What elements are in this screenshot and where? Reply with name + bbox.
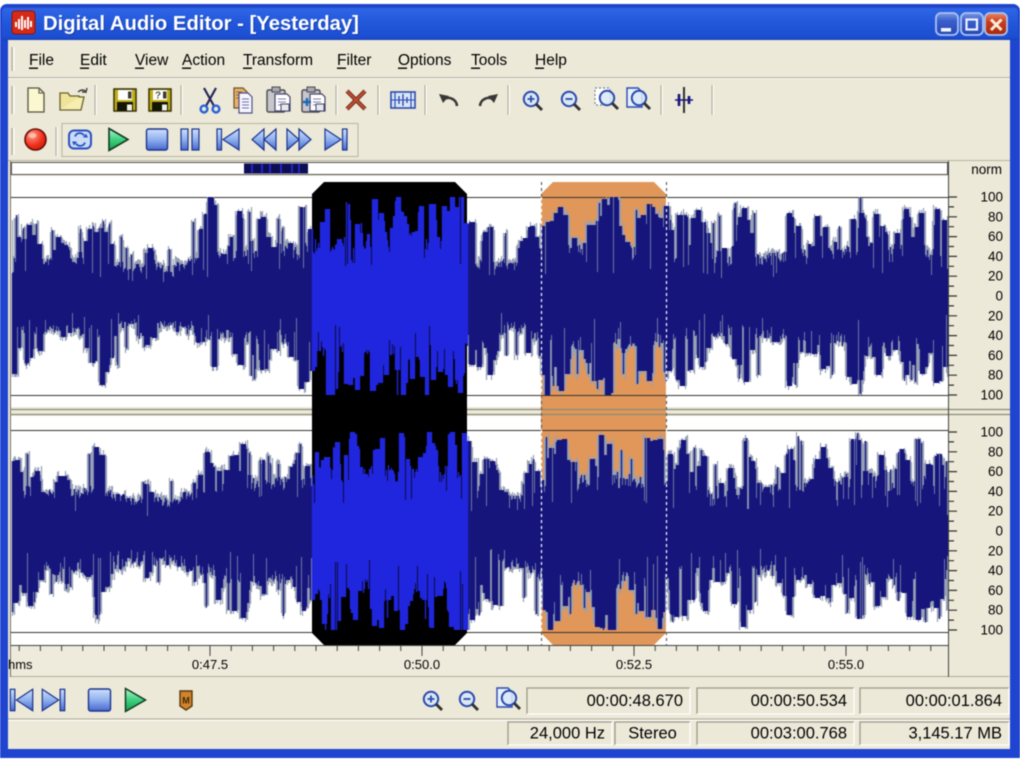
svg-text:100: 100 xyxy=(980,623,1003,638)
svg-text:40: 40 xyxy=(988,484,1003,499)
svg-text:?: ? xyxy=(155,91,161,102)
svg-text:Transform: Transform xyxy=(243,52,313,69)
svg-text:Stereo: Stereo xyxy=(628,725,677,743)
svg-text:3,145.17 MB: 3,145.17 MB xyxy=(908,725,1002,743)
svg-text:80: 80 xyxy=(988,368,1003,383)
svg-text:60: 60 xyxy=(988,464,1003,479)
svg-text:20: 20 xyxy=(988,543,1003,558)
svg-text:80: 80 xyxy=(988,209,1003,224)
svg-text:60: 60 xyxy=(988,583,1003,598)
svg-text:20: 20 xyxy=(988,308,1003,323)
svg-text:80: 80 xyxy=(988,603,1003,618)
svg-text:20: 20 xyxy=(988,504,1003,519)
svg-text:100: 100 xyxy=(980,190,1003,205)
svg-text:00:03:00.768: 00:03:00.768 xyxy=(751,725,847,743)
svg-text:00:00:48.670: 00:00:48.670 xyxy=(587,692,683,710)
svg-text:View: View xyxy=(135,52,169,69)
svg-text:24,000 Hz: 24,000 Hz xyxy=(530,725,605,743)
svg-text:Edit: Edit xyxy=(80,52,107,69)
svg-text:0: 0 xyxy=(995,289,1003,304)
svg-text:Help: Help xyxy=(535,52,567,69)
svg-text:0:50.0: 0:50.0 xyxy=(404,657,440,672)
svg-text:norm: norm xyxy=(971,162,1002,177)
svg-text:00:00:50.534: 00:00:50.534 xyxy=(751,692,847,710)
svg-text:60: 60 xyxy=(988,229,1003,244)
svg-text:M: M xyxy=(182,696,190,706)
svg-text:20: 20 xyxy=(988,269,1003,284)
svg-text:40: 40 xyxy=(988,563,1003,578)
svg-text:40: 40 xyxy=(988,249,1003,264)
svg-text:Filter: Filter xyxy=(337,52,371,69)
svg-text:100: 100 xyxy=(980,388,1003,403)
svg-text:0:55.0: 0:55.0 xyxy=(828,657,864,672)
svg-text:0:47.5: 0:47.5 xyxy=(192,657,228,672)
svg-text:0: 0 xyxy=(995,524,1003,539)
svg-text:Digital Audio Editor - [Yester: Digital Audio Editor - [Yesterday] xyxy=(43,13,359,35)
svg-text:60: 60 xyxy=(988,348,1003,363)
svg-text:Action: Action xyxy=(182,52,225,69)
svg-text:80: 80 xyxy=(988,444,1003,459)
svg-text:0:52.5: 0:52.5 xyxy=(616,657,652,672)
svg-text:100: 100 xyxy=(980,425,1003,440)
svg-text:hms: hms xyxy=(8,657,33,672)
svg-text:File: File xyxy=(29,52,54,69)
svg-text:40: 40 xyxy=(988,328,1003,343)
svg-text:00:00:01.864: 00:00:01.864 xyxy=(906,692,1002,710)
svg-text:Options: Options xyxy=(398,52,452,69)
svg-text:Tools: Tools xyxy=(471,52,507,69)
